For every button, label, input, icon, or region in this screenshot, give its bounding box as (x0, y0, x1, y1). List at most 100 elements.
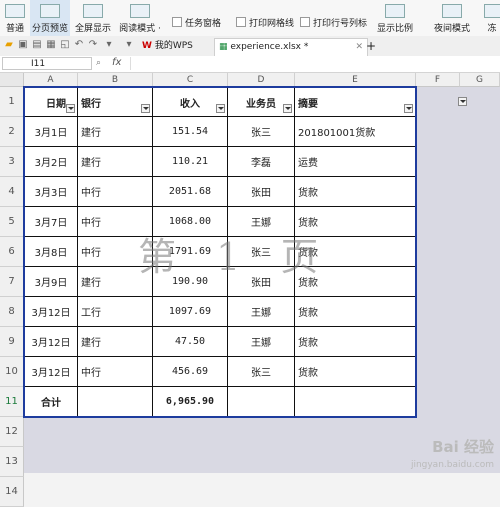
column-header-a[interactable]: A (24, 73, 78, 87)
table-cell[interactable] (295, 387, 416, 417)
filter-dropdown-icon[interactable] (66, 104, 75, 113)
table-cell[interactable]: 张三 (228, 237, 295, 267)
row-header-14[interactable]: 14 (0, 477, 24, 507)
column-header-e[interactable]: E (295, 73, 416, 87)
name-box[interactable]: I11 (2, 57, 92, 70)
row-header-3[interactable]: 3 (0, 147, 24, 177)
table-cell[interactable]: 货款 (295, 207, 416, 237)
table-cell[interactable]: 建行 (78, 327, 153, 357)
table-cell[interactable]: 货款 (295, 237, 416, 267)
table-header-cell[interactable]: 摘要 (295, 87, 416, 117)
table-cell[interactable]: 王娜 (228, 297, 295, 327)
table-header-cell[interactable]: 银行 (78, 87, 153, 117)
row-header-6[interactable]: 6 (0, 237, 24, 267)
row-header-10[interactable]: 10 (0, 357, 24, 387)
new-tab-button[interactable]: + (362, 38, 380, 55)
table-cell[interactable]: 151.54 (153, 117, 228, 147)
table-cell[interactable]: 3月8日 (24, 237, 78, 267)
row-header-8[interactable]: 8 (0, 297, 24, 327)
undo-icon[interactable]: ↶ (74, 40, 84, 50)
freeze-panes-button[interactable]: 冻 (484, 0, 500, 36)
open-folder-icon[interactable]: ▰ (4, 40, 14, 50)
filter-dropdown-icon[interactable] (216, 104, 225, 113)
table-cell[interactable]: 货款 (295, 357, 416, 387)
row-header-5[interactable]: 5 (0, 207, 24, 237)
table-header-cell[interactable]: 业务员 (228, 87, 295, 117)
table-header-cell[interactable]: 收入 (153, 87, 228, 117)
task-pane-checkbox[interactable]: 任务窗格 (172, 16, 221, 29)
table-cell[interactable]: 货款 (295, 177, 416, 207)
select-all-corner[interactable] (0, 73, 24, 87)
table-cell[interactable]: 王娜 (228, 327, 295, 357)
filter-dropdown-icon[interactable] (141, 104, 150, 113)
table-cell[interactable]: 3月12日 (24, 327, 78, 357)
table-cell[interactable]: 3月9日 (24, 267, 78, 297)
table-cell[interactable]: 中行 (78, 357, 153, 387)
row-header-11[interactable]: 11 (0, 387, 24, 417)
table-cell[interactable]: 47.50 (153, 327, 228, 357)
column-header-f[interactable]: F (416, 73, 460, 87)
table-cell[interactable]: 3月7日 (24, 207, 78, 237)
row-header-7[interactable]: 7 (0, 267, 24, 297)
magnifier-icon[interactable]: ⌕ (96, 58, 101, 68)
table-cell[interactable] (228, 387, 295, 417)
table-cell[interactable]: 1791.69 (153, 237, 228, 267)
table-cell[interactable]: 张三 (228, 117, 295, 147)
table-header-cell[interactable]: 日期 (24, 87, 78, 117)
table-cell[interactable]: 3月2日 (24, 147, 78, 177)
table-cell[interactable]: 张田 (228, 267, 295, 297)
row-header-2[interactable]: 2 (0, 117, 24, 147)
table-cell[interactable]: 张三 (228, 357, 295, 387)
print-headings-checkbox[interactable]: 打印行号列标 (300, 16, 367, 29)
fx-icon[interactable]: fx (112, 57, 121, 68)
table-cell[interactable]: 李磊 (228, 147, 295, 177)
zoom-button[interactable]: 显示比例 (374, 0, 416, 36)
spreadsheet-grid[interactable]: A B C D E F G 1 2 3 4 5 6 7 8 9 10 11 12 13 14 日期 银行 收入 业务员 摘要 3月1… (0, 73, 500, 507)
full-screen-button[interactable]: 全屏显示 (72, 0, 114, 36)
row-header-4[interactable]: 4 (0, 177, 24, 207)
normal-view-button[interactable]: 普通 (2, 0, 28, 36)
formula-input[interactable] (130, 57, 499, 70)
table-cell[interactable]: 2051.68 (153, 177, 228, 207)
table-cell[interactable]: 1068.00 (153, 207, 228, 237)
table-cell[interactable]: 3月1日 (24, 117, 78, 147)
table-cell[interactable]: 3月3日 (24, 177, 78, 207)
tab-my-wps[interactable]: W 我的WPS (138, 38, 197, 55)
preview-icon[interactable]: ◱ (60, 40, 70, 50)
table-cell[interactable]: 建行 (78, 147, 153, 177)
table-cell[interactable]: 3月12日 (24, 357, 78, 387)
table-cell[interactable]: 3月12日 (24, 297, 78, 327)
save-icon[interactable]: ▣ (18, 40, 28, 50)
table-cell[interactable]: 中行 (78, 177, 153, 207)
table-cell[interactable]: 201801001货款 (295, 117, 416, 147)
row-header-1[interactable]: 1 (0, 87, 24, 117)
table-cell[interactable]: 货款 (295, 327, 416, 357)
row-header-12[interactable]: 12 (0, 417, 24, 447)
page-break-preview-button[interactable]: 分页预览 (30, 0, 70, 36)
chevron-down-icon[interactable]: ▾ (124, 40, 134, 50)
filter-dropdown-icon[interactable] (283, 104, 292, 113)
table-cell[interactable]: 货款 (295, 267, 416, 297)
table-cell[interactable]: 王娜 (228, 207, 295, 237)
table-cell[interactable]: 货款 (295, 297, 416, 327)
night-mode-button[interactable]: 夜间模式 (424, 0, 480, 36)
reading-mode-button[interactable]: 阅读模式 · (116, 0, 164, 36)
table-cell[interactable]: 1097.69 (153, 297, 228, 327)
table-cell[interactable]: 工行 (78, 297, 153, 327)
filter-dropdown-icon[interactable] (404, 104, 413, 113)
table-cell[interactable]: 建行 (78, 117, 153, 147)
table-cell[interactable]: 张田 (228, 177, 295, 207)
print-icon[interactable]: ▦ (46, 40, 56, 50)
table-cell[interactable]: 110.21 (153, 147, 228, 177)
tab-experience-xlsx[interactable]: ▦ experience.xlsx * ✕ (214, 38, 368, 56)
filter-dropdown-icon[interactable] (458, 97, 467, 106)
table-cell[interactable]: 456.69 (153, 357, 228, 387)
table-cell[interactable] (78, 387, 153, 417)
column-header-d[interactable]: D (228, 73, 295, 87)
table-cell[interactable]: 建行 (78, 267, 153, 297)
row-header-9[interactable]: 9 (0, 327, 24, 357)
table-cell[interactable]: 运费 (295, 147, 416, 177)
more-dropdown-icon[interactable]: ▾ (104, 40, 114, 50)
column-header-g[interactable]: G (460, 73, 500, 87)
table-cell[interactable]: 中行 (78, 207, 153, 237)
